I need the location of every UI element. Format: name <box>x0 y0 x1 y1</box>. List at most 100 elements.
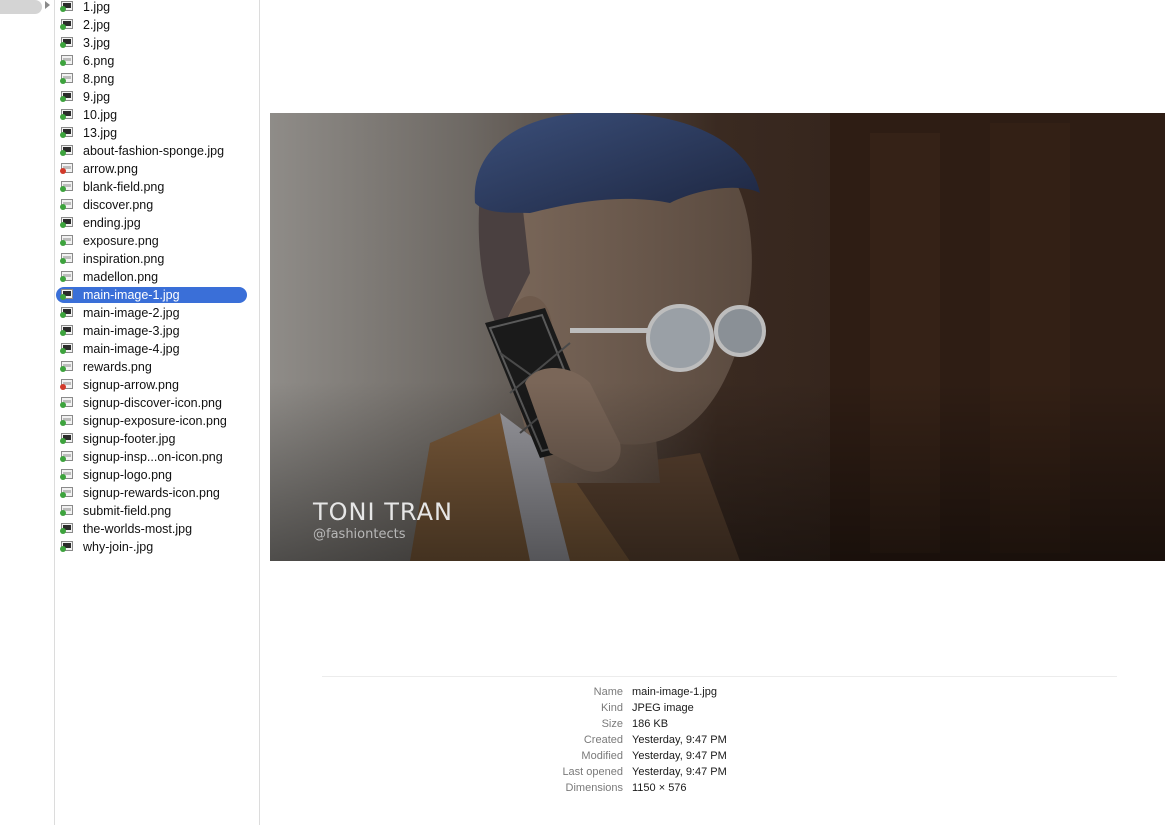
file-name: submit-field.png <box>83 504 172 518</box>
file-item-selected[interactable]: main-image-1.jpg <box>55 286 259 304</box>
file-item[interactable]: 13.jpg <box>55 124 259 142</box>
info-value: Yesterday, 9:47 PM <box>632 766 727 778</box>
disclosure-arrow-icon[interactable] <box>45 1 50 9</box>
file-item[interactable]: discover.png <box>55 196 259 214</box>
file-item[interactable]: inspiration.png <box>55 250 259 268</box>
png-file-icon <box>60 505 74 516</box>
file-name: 10.jpg <box>83 108 118 122</box>
info-row: Created Yesterday, 9:47 PM <box>470 732 870 748</box>
png-file-icon <box>60 235 74 246</box>
jpeg-file-icon <box>60 343 74 354</box>
info-value: 186 KB <box>632 718 669 730</box>
file-item[interactable]: signup-insp...on-icon.png <box>55 448 259 466</box>
info-row: Last opened Yesterday, 9:47 PM <box>470 764 870 780</box>
info-divider <box>322 676 1117 677</box>
file-name: why-join-.jpg <box>83 540 154 554</box>
file-name: signup-rewards-icon.png <box>83 486 220 500</box>
png-file-icon <box>60 73 74 84</box>
file-list-column[interactable]: 1.jpg 2.jpg 3.jpg 6.png 8.png 9.jpg 10.jpg 13.j… <box>55 0 260 825</box>
file-item[interactable]: 1.jpg <box>55 0 259 16</box>
file-name: signup-discover-icon.png <box>83 396 222 410</box>
info-label: Modified <box>581 750 623 762</box>
file-name: arrow.png <box>83 162 138 176</box>
jpeg-file-icon <box>60 91 74 102</box>
file-item[interactable]: about-fashion-sponge.jpg <box>55 142 259 160</box>
file-item[interactable]: 9.jpg <box>55 88 259 106</box>
info-value: JPEG image <box>632 702 694 714</box>
file-item[interactable]: 6.png <box>55 52 259 70</box>
info-row: Dimensions 1150 × 576 <box>470 780 870 796</box>
file-name: main-image-2.jpg <box>83 306 180 320</box>
file-list: 1.jpg 2.jpg 3.jpg 6.png 8.png 9.jpg 10.jpg 13.j… <box>55 0 259 556</box>
parent-column[interactable] <box>0 0 55 825</box>
file-name: 8.png <box>83 72 115 86</box>
file-item[interactable]: exposure.png <box>55 232 259 250</box>
image-preview: TONI TRAN @fashiontects <box>270 113 1165 561</box>
file-name: signup-exposure-icon.png <box>83 414 227 428</box>
file-item[interactable]: arrow.png <box>55 160 259 178</box>
caption-handle: @fashiontects <box>313 527 406 542</box>
jpeg-file-icon <box>60 109 74 120</box>
file-name: main-image-1.jpg <box>83 288 180 302</box>
file-item[interactable]: signup-arrow.png <box>55 376 259 394</box>
png-file-icon <box>60 451 74 462</box>
preview-photo <box>270 113 1165 561</box>
file-info-panel: Name main-image-1.jpg Kind JPEG image Size 18… <box>470 684 870 796</box>
file-name: main-image-4.jpg <box>83 342 180 356</box>
file-item[interactable]: 10.jpg <box>55 106 259 124</box>
file-name: exposure.png <box>83 234 159 248</box>
png-file-icon <box>60 55 74 66</box>
file-name: 13.jpg <box>83 126 118 140</box>
jpeg-file-icon <box>60 523 74 534</box>
file-name: main-image-3.jpg <box>83 324 180 338</box>
png-file-icon <box>60 181 74 192</box>
file-item[interactable]: signup-footer.jpg <box>55 430 259 448</box>
png-file-icon <box>60 361 74 372</box>
file-item[interactable]: why-join-.jpg <box>55 538 259 556</box>
jpeg-file-icon <box>60 19 74 30</box>
file-item[interactable]: rewards.png <box>55 358 259 376</box>
file-name: madellon.png <box>83 270 159 284</box>
file-item[interactable]: ending.jpg <box>55 214 259 232</box>
png-file-icon <box>60 199 74 210</box>
file-item[interactable]: main-image-4.jpg <box>55 340 259 358</box>
file-name: rewards.png <box>83 360 152 374</box>
file-item[interactable]: signup-exposure-icon.png <box>55 412 259 430</box>
png-file-icon <box>60 379 74 390</box>
file-item[interactable]: the-worlds-most.jpg <box>55 520 259 538</box>
file-name: 9.jpg <box>83 90 111 104</box>
jpeg-file-icon <box>60 1 74 12</box>
info-label: Last opened <box>562 766 623 778</box>
file-item[interactable]: blank-field.png <box>55 178 259 196</box>
info-row: Name main-image-1.jpg <box>470 684 870 700</box>
file-item[interactable]: main-image-3.jpg <box>55 322 259 340</box>
file-item[interactable]: signup-logo.png <box>55 466 259 484</box>
jpeg-file-icon <box>60 145 74 156</box>
file-name: ending.jpg <box>83 216 141 230</box>
file-item[interactable]: 2.jpg <box>55 16 259 34</box>
info-label: Name <box>593 686 623 698</box>
file-name: about-fashion-sponge.jpg <box>83 144 225 158</box>
file-item[interactable]: main-image-2.jpg <box>55 304 259 322</box>
file-item[interactable]: signup-discover-icon.png <box>55 394 259 412</box>
file-name: signup-logo.png <box>83 468 172 482</box>
png-file-icon <box>60 163 74 174</box>
file-name: discover.png <box>83 198 154 212</box>
file-name: signup-footer.jpg <box>83 432 176 446</box>
file-item[interactable]: 3.jpg <box>55 34 259 52</box>
file-name: 3.jpg <box>83 36 111 50</box>
file-item[interactable]: madellon.png <box>55 268 259 286</box>
png-file-icon <box>60 397 74 408</box>
file-name: inspiration.png <box>83 252 165 266</box>
png-file-icon <box>60 271 74 282</box>
info-row: Modified Yesterday, 9:47 PM <box>470 748 870 764</box>
file-item[interactable]: 8.png <box>55 70 259 88</box>
jpeg-file-icon <box>60 307 74 318</box>
info-value: 1150 × 576 <box>632 782 687 794</box>
parent-folder-selection[interactable] <box>0 0 42 14</box>
file-item[interactable]: signup-rewards-icon.png <box>55 484 259 502</box>
file-item[interactable]: submit-field.png <box>55 502 259 520</box>
file-name: 2.jpg <box>83 18 111 32</box>
info-label: Size <box>601 718 623 730</box>
info-value: Yesterday, 9:47 PM <box>632 734 727 746</box>
